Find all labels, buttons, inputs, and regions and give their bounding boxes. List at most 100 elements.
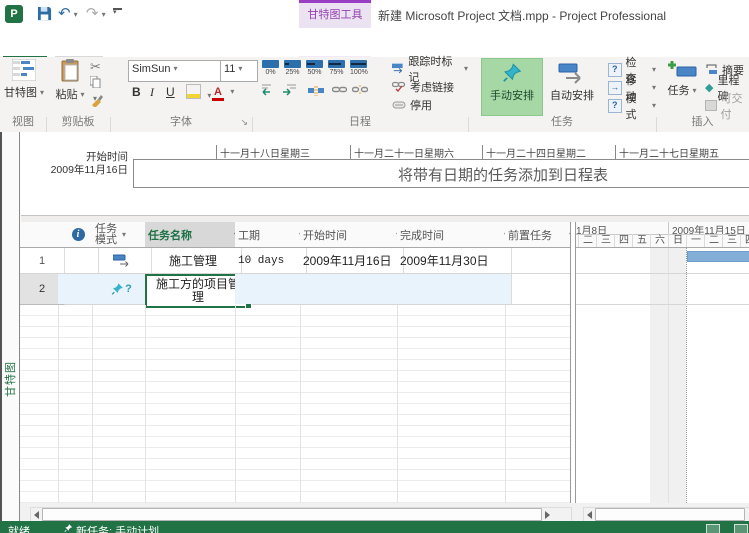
pct100-button[interactable]: 100% xyxy=(350,60,368,76)
task-mode-cell[interactable] xyxy=(92,248,152,273)
scrollbar-thumb[interactable] xyxy=(595,508,745,521)
task-name-cell[interactable]: 施工管理 xyxy=(145,248,242,273)
column-header-duration[interactable]: 工期 xyxy=(235,222,307,247)
auto-schedule-label: 自动安排 xyxy=(544,87,600,103)
indent-icon xyxy=(282,84,296,96)
cut-button[interactable]: ✂ xyxy=(90,59,101,75)
respect-links-button[interactable]: 考虑链接 xyxy=(392,79,454,94)
timeline-tick-label: 十一月二十七日星期五 xyxy=(615,145,719,160)
pct25-button[interactable]: 25% xyxy=(284,60,301,76)
column-header-name[interactable]: 任务名称 xyxy=(145,222,242,247)
finish-cell[interactable]: 2009年11月30日 xyxy=(397,248,512,273)
pct0-button[interactable]: 0% xyxy=(262,60,279,76)
scroll-right-arrow-icon[interactable] xyxy=(545,511,550,519)
column-header-finish[interactable]: 完成时间 xyxy=(397,222,512,247)
auto-schedule-button[interactable]: 自动安排 xyxy=(544,58,600,114)
table-horizontal-scrollbar[interactable] xyxy=(30,507,572,522)
column-header-predecessors[interactable]: 前置任务 xyxy=(505,222,577,247)
app-logo-icon[interactable]: P xyxy=(5,5,23,23)
gantt-chart-area[interactable] xyxy=(574,248,749,503)
gantt-view-icon xyxy=(12,59,36,81)
gantt-view-bar-label[interactable]: 甘特图 xyxy=(2,359,18,399)
scrollbar-thumb[interactable] xyxy=(42,508,542,521)
highlight-color-button[interactable] xyxy=(186,84,211,102)
task-mode-cell[interactable]: ? xyxy=(92,274,152,304)
info-icon: i xyxy=(72,228,85,241)
contextual-tab-group-label: 甘特图工具 xyxy=(308,9,363,21)
insert-deliverable-button[interactable]: 可交付 xyxy=(705,98,749,113)
respect-links-icon xyxy=(392,81,406,92)
font-color-button[interactable]: A xyxy=(212,84,234,101)
vertical-splitter[interactable] xyxy=(570,222,576,521)
link-tasks-button[interactable] xyxy=(332,84,347,98)
predecessors-cell[interactable] xyxy=(505,248,577,273)
predecessors-cell[interactable] xyxy=(505,274,577,304)
bold-button[interactable]: B xyxy=(132,85,141,99)
group-schedule: 0% 25% 50% 75% 100% 跟踪 xyxy=(252,57,468,132)
outdent-icon xyxy=(262,84,276,96)
group-clipboard-label: 剪贴板 xyxy=(46,113,110,129)
day-header: 三 xyxy=(722,234,741,247)
pct75-icon xyxy=(328,60,345,68)
manually-schedule-button[interactable]: 手动安排 xyxy=(481,58,543,116)
gantt-horizontal-scrollbar[interactable] xyxy=(583,507,749,522)
paste-button[interactable]: 粘贴 xyxy=(54,59,86,102)
unlink-tasks-button[interactable] xyxy=(352,84,368,98)
inactivate-icon xyxy=(392,100,406,110)
outdent-task-button[interactable] xyxy=(262,84,276,99)
table-row-selected: 2 ? 施工方的项目管理 xyxy=(20,274,570,305)
start-cell[interactable] xyxy=(300,274,404,304)
column-gridline xyxy=(58,305,59,503)
gantt-timescale: 1月8日 2009年11月15日 一 二 三 四 五 六 日 一 二 三 四 xyxy=(574,222,749,247)
day-header: 一 xyxy=(686,234,705,247)
italic-button[interactable]: I xyxy=(150,85,154,100)
mode-button[interactable]: ?模式 xyxy=(608,98,656,113)
day-header: 日 xyxy=(668,234,687,247)
mark-on-track-button[interactable]: 跟踪时标记 xyxy=(392,61,468,76)
column-header-start[interactable]: 开始时间 xyxy=(300,222,404,247)
gantt-task-bar[interactable] xyxy=(687,251,749,262)
group-view-label: 视图 xyxy=(0,113,46,129)
qat-customize-button[interactable]: ▾ xyxy=(113,8,122,16)
insert-task-button[interactable]: 任务 xyxy=(663,59,701,98)
indent-task-button[interactable] xyxy=(282,84,296,99)
font-dialog-launcher-icon[interactable]: ↘ xyxy=(240,117,248,128)
split-task-button[interactable] xyxy=(308,84,324,99)
format-painter-button[interactable] xyxy=(90,94,103,110)
redo-button[interactable]: ↷ xyxy=(86,4,106,22)
view-shortcut-icon[interactable] xyxy=(734,524,748,533)
highlight-icon xyxy=(186,84,201,99)
font-family-combo[interactable]: SimSun xyxy=(128,60,224,82)
view-bar xyxy=(0,132,21,522)
gantt-row-line xyxy=(574,273,749,274)
scroll-left-arrow-icon[interactable] xyxy=(34,511,39,519)
column-header-mode[interactable]: 任务模式 xyxy=(92,222,152,247)
pct50-button[interactable]: 50% xyxy=(306,60,323,76)
status-new-tasks[interactable]: 新任务: 手动计划 xyxy=(76,523,159,533)
column-gridline xyxy=(92,305,93,503)
format-painter-icon xyxy=(90,94,103,107)
underline-button[interactable]: U xyxy=(166,85,175,99)
copy-icon xyxy=(90,76,101,88)
duration-cell[interactable] xyxy=(235,274,307,304)
pct0-icon xyxy=(262,60,279,68)
duration-cell[interactable]: 10 days xyxy=(235,248,307,273)
inactivate-button[interactable]: 停用 xyxy=(392,97,432,112)
undo-button[interactable]: ↶ xyxy=(58,4,78,22)
view-shortcut-icon[interactable] xyxy=(706,524,720,533)
mark-on-track-icon xyxy=(392,63,404,74)
insert-task-label: 任务 xyxy=(663,82,701,98)
pct75-button[interactable]: 75% xyxy=(328,60,345,76)
table-row: 1 施工管理 10 days 2009年11月16日 2009年11月30日 xyxy=(20,248,570,274)
scroll-left-arrow-icon[interactable] xyxy=(587,511,592,519)
finish-cell[interactable] xyxy=(397,274,512,304)
question-mark: ? xyxy=(125,283,132,295)
day-header: 二 xyxy=(704,234,723,247)
day-header: 四 xyxy=(740,234,749,247)
save-icon[interactable] xyxy=(37,6,52,24)
window-title: 新建 Microsoft Project 文档.mpp - Project Pr… xyxy=(378,7,666,24)
start-cell[interactable]: 2009年11月16日 xyxy=(300,248,404,273)
timeline-pane[interactable]: 日程表 开始时间 2009年11月16日 十一月十八日星期三 十一月二十一日星期… xyxy=(0,132,749,215)
day-header: 五 xyxy=(632,234,651,247)
gantt-view-button[interactable]: 甘特图 xyxy=(4,59,44,100)
